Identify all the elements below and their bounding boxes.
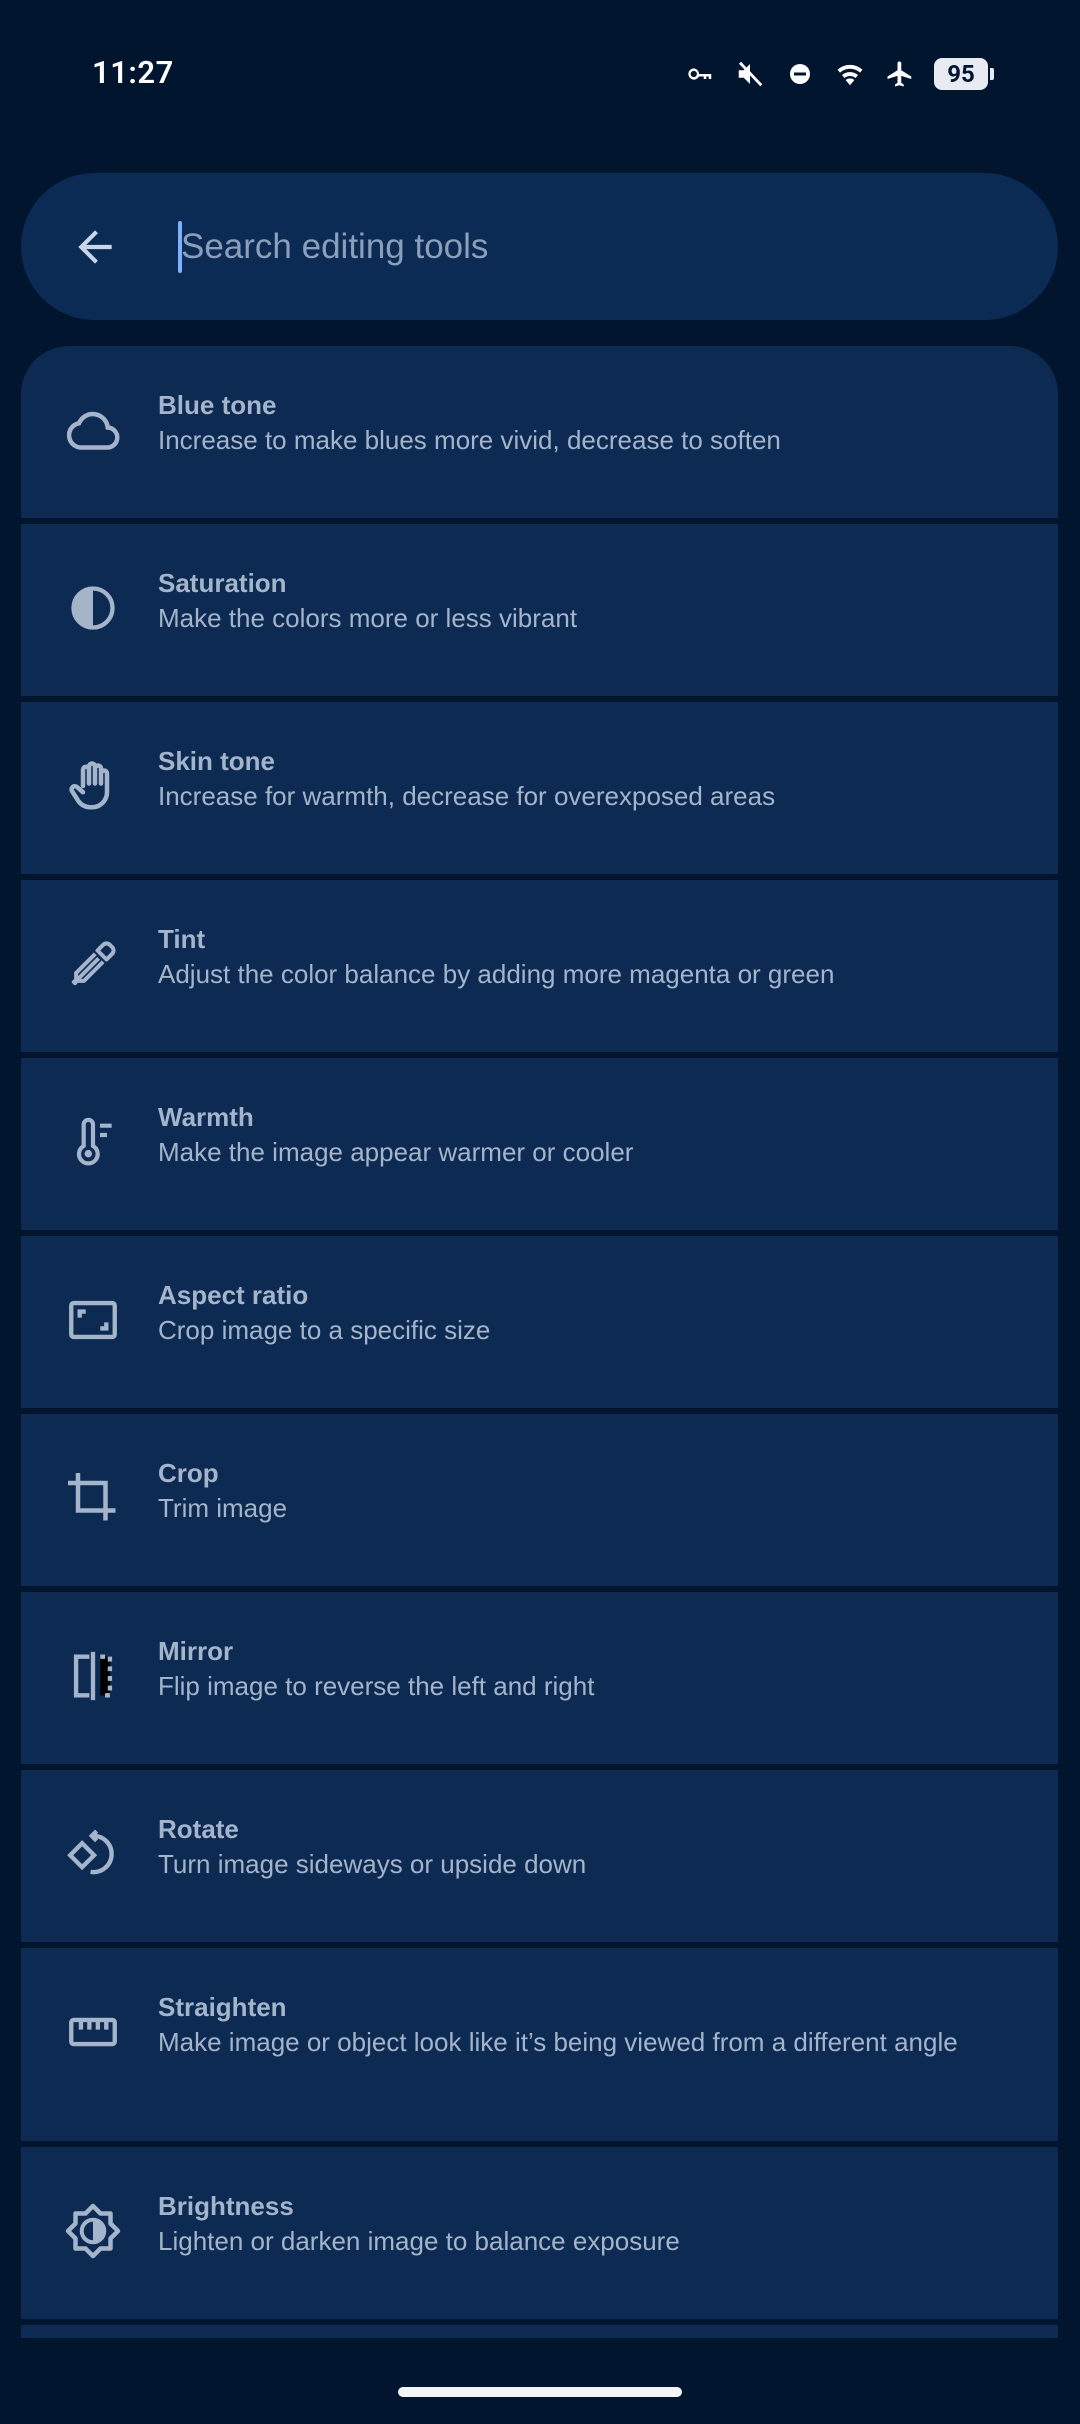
- brightness-icon: [61, 2199, 125, 2263]
- contrast-icon: [61, 576, 125, 640]
- rotate-icon: [61, 1822, 125, 1886]
- tool-item-blue-tone[interactable]: Blue tone Increase to make blues more vi…: [21, 346, 1058, 518]
- search-input[interactable]: [157, 209, 1041, 285]
- cloud-icon: [61, 398, 125, 462]
- eyedropper-icon: [61, 932, 125, 996]
- search-bar: [21, 173, 1058, 320]
- tool-item-mirror[interactable]: Mirror Flip image to reverse the left an…: [21, 1592, 1058, 1764]
- tool-title: Skin tone: [158, 746, 276, 776]
- tool-item-saturation[interactable]: Saturation Make the colors more or less …: [21, 524, 1058, 696]
- arrow-back-icon: [78, 230, 112, 264]
- tool-description: Adjust the color balance by adding more …: [158, 959, 835, 990]
- status-icons: 95: [684, 58, 994, 90]
- tool-item-straighten[interactable]: Straighten Make image or object look lik…: [21, 1948, 1058, 2141]
- tool-item-crop[interactable]: Crop Trim image: [21, 1414, 1058, 1586]
- tool-list: Blue tone Increase to make blues more vi…: [21, 346, 1058, 2338]
- tool-description: Increase to make blues more vivid, decre…: [158, 425, 781, 456]
- crop-icon: [61, 1466, 125, 1530]
- status-bar: 11:27 95: [0, 0, 1080, 150]
- tool-title: Rotate: [158, 1814, 239, 1844]
- tool-description: Trim image: [158, 1493, 288, 1524]
- tool-title: Blue tone: [158, 390, 277, 420]
- tool-description: Turn image sideways or upside down: [158, 1849, 587, 1880]
- screen: 11:27 95 Search editing tools Blue tone …: [0, 0, 1080, 2424]
- tool-title: Straighten: [158, 1992, 287, 2022]
- tool-title: Aspect ratio: [158, 1280, 309, 1310]
- tool-title: Tint: [158, 924, 206, 954]
- tool-item-rotate[interactable]: Rotate Turn image sideways or upside dow…: [21, 1770, 1058, 1942]
- tool-description: Increase for warmth, decrease for overex…: [158, 781, 776, 812]
- tool-description: Flip image to reverse the left and right: [158, 1671, 595, 1702]
- tool-title: Warmth: [158, 1102, 254, 1132]
- tool-description: Make the image appear warmer or cooler: [158, 1137, 634, 1168]
- tool-item-skin-tone[interactable]: Skin tone Increase for warmth, decrease …: [21, 702, 1058, 874]
- hand-icon: [61, 754, 125, 818]
- tool-item-brightness[interactable]: Brightness Lighten or darken image to ba…: [21, 2147, 1058, 2319]
- tool-title: Crop: [158, 1458, 219, 1488]
- tool-title: Saturation: [158, 568, 287, 598]
- tool-item-next-partial[interactable]: [21, 2325, 1058, 2338]
- tool-description: Make image or object look like it’s bein…: [158, 2027, 958, 2058]
- tool-title: Mirror: [158, 1636, 234, 1666]
- wifi-icon: [834, 58, 866, 90]
- tool-description: Make the colors more or less vibrant: [158, 603, 578, 634]
- mirror-icon: [61, 1644, 125, 1708]
- vpn-key-icon: [684, 58, 716, 90]
- battery-icon: 95: [934, 58, 994, 90]
- airplane-icon: [884, 58, 916, 90]
- tool-description: Lighten or darken image to balance expos…: [158, 2226, 680, 2257]
- mute-icon: [734, 58, 766, 90]
- tool-item-aspect-ratio[interactable]: Aspect ratio Crop image to a specific si…: [21, 1236, 1058, 1408]
- tool-description: Crop image to a specific size: [158, 1315, 491, 1346]
- tool-item-warmth[interactable]: Warmth Make the image appear warmer or c…: [21, 1058, 1058, 1230]
- text-cursor: [178, 221, 182, 273]
- ruler-icon: [61, 2000, 125, 2064]
- tool-title: Brightness: [158, 2191, 294, 2221]
- status-time: 11:27: [92, 54, 174, 91]
- thermometer-icon: [61, 1110, 125, 1174]
- back-button[interactable]: [61, 213, 129, 281]
- do-not-disturb-icon: [784, 58, 816, 90]
- tool-item-tint[interactable]: Tint Adjust the color balance by adding …: [21, 880, 1058, 1052]
- gesture-nav-bar[interactable]: [398, 2387, 682, 2397]
- aspect-ratio-icon: [61, 1288, 125, 1352]
